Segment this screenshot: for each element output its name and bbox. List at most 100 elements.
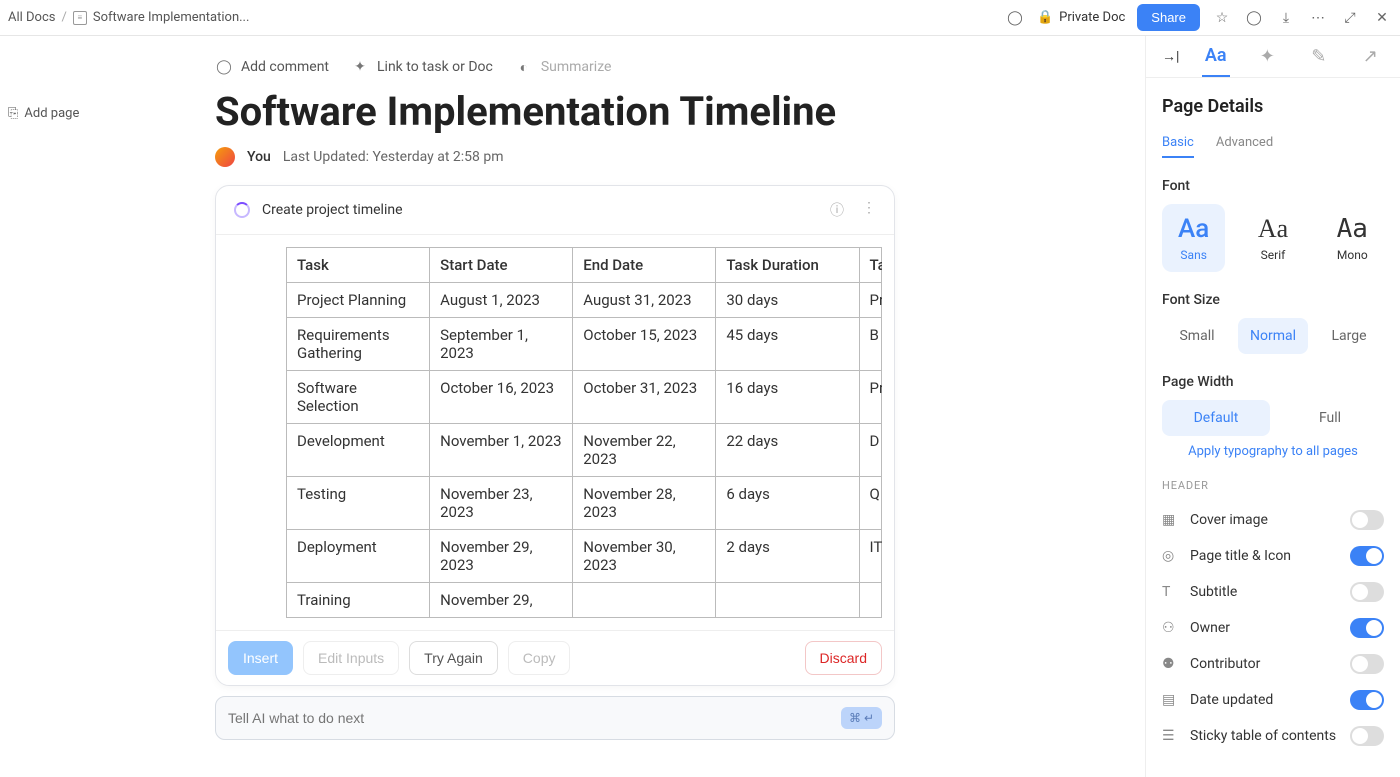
main: ◯ Add comment ✦ Link to task or Doc ◐ Su… [100, 36, 1145, 777]
comment-icon[interactable]: ◯ [1244, 8, 1264, 28]
edit-inputs-button[interactable]: Edit Inputs [303, 641, 399, 675]
table-cell[interactable]: November 29, [430, 583, 573, 618]
table-cell[interactable]: Testing [287, 477, 430, 530]
table-cell[interactable]: September 1, 2023 [430, 318, 573, 371]
contributor-toggle[interactable] [1350, 654, 1384, 674]
share-button[interactable]: Share [1137, 4, 1200, 31]
table-row[interactable]: TrainingNovember 29, [287, 583, 882, 618]
table-cell[interactable]: Requirements Gathering [287, 318, 430, 371]
collapse-icon[interactable]: ⤢ [1340, 8, 1360, 28]
tab-ai[interactable]: ✦ [1254, 37, 1282, 77]
refresh-icon[interactable]: ◯ [1005, 8, 1025, 28]
cover-image-toggle[interactable] [1350, 510, 1384, 530]
more-icon[interactable]: ⋯ [1308, 8, 1328, 28]
table-row[interactable]: Software SelectionOctober 16, 2023Octobe… [287, 371, 882, 424]
font-sans[interactable]: AaSans [1162, 204, 1225, 272]
table-cell[interactable]: 2 days [716, 530, 859, 583]
page-title[interactable]: Software Implementation Timeline [215, 88, 1105, 135]
ai-prompt-input[interactable] [228, 710, 841, 726]
title-icon-toggle[interactable] [1350, 546, 1384, 566]
add-comment-action[interactable]: ◯ Add comment [215, 58, 329, 76]
table-cell[interactable] [573, 583, 716, 618]
breadcrumb: All Docs / ≡ Software Implementation... [8, 10, 249, 25]
link-task-action[interactable]: ✦ Link to task or Doc [351, 58, 493, 76]
table-cell[interactable]: Project Planning [287, 283, 430, 318]
table-cell[interactable]: D [859, 424, 882, 477]
copy-button[interactable]: Copy [508, 641, 571, 675]
table-cell[interactable]: 30 days [716, 283, 859, 318]
table-cell[interactable]: Software Selection [287, 371, 430, 424]
subtab-basic[interactable]: Basic [1162, 135, 1194, 158]
star-icon[interactable]: ☆ [1212, 8, 1232, 28]
table-row[interactable]: Project PlanningAugust 1, 2023August 31,… [287, 283, 882, 318]
table-cell[interactable]: August 31, 2023 [573, 283, 716, 318]
table-cell[interactable]: 22 days [716, 424, 859, 477]
close-icon[interactable]: ✕ [1372, 8, 1392, 28]
table-cell[interactable]: B [859, 318, 882, 371]
table-cell[interactable] [859, 583, 882, 618]
size-large[interactable]: Large [1314, 318, 1384, 354]
toggle-date-updated: ▤Date updated [1162, 682, 1384, 718]
table-cell[interactable]: Q [859, 477, 882, 530]
table-cell[interactable]: 16 days [716, 371, 859, 424]
table-cell[interactable]: IT [859, 530, 882, 583]
privacy-button[interactable]: 🔒 Private Doc [1037, 10, 1125, 25]
table-cell[interactable]: November 22, 2023 [573, 424, 716, 477]
table-cell[interactable]: August 1, 2023 [430, 283, 573, 318]
download-icon[interactable]: ⤓ [1276, 8, 1296, 28]
try-again-button[interactable]: Try Again [409, 641, 498, 675]
ai-prompt-bar[interactable]: ⌘ ↵ [215, 696, 895, 740]
table-cell[interactable]: Pr [859, 283, 882, 318]
subtitle-toggle[interactable] [1350, 582, 1384, 602]
ai-spinner-icon [234, 202, 250, 218]
table-cell[interactable] [716, 583, 859, 618]
insert-button[interactable]: Insert [228, 641, 293, 675]
size-small[interactable]: Small [1162, 318, 1232, 354]
width-default[interactable]: Default [1162, 400, 1270, 436]
table-cell[interactable]: Development [287, 424, 430, 477]
table-cell[interactable]: Deployment [287, 530, 430, 583]
info-icon[interactable]: ⓘ [830, 200, 844, 220]
sticky-toc-toggle[interactable] [1350, 726, 1384, 746]
avatar[interactable] [215, 147, 235, 167]
breadcrumb-root[interactable]: All Docs [8, 10, 56, 25]
font-mono[interactable]: AaMono [1321, 204, 1384, 272]
sidebar-expand-icon[interactable]: →| [1162, 48, 1178, 65]
owner-toggle[interactable] [1350, 618, 1384, 638]
add-page-button[interactable]: ⎘ Add page [8, 106, 92, 121]
table-row[interactable]: Requirements GatheringSeptember 1, 2023O… [287, 318, 882, 371]
add-page-label: Add page [24, 106, 79, 121]
summarize-action[interactable]: ◐ Summarize [515, 58, 612, 76]
table-cell[interactable]: October 15, 2023 [573, 318, 716, 371]
font-label: Font [1162, 178, 1384, 194]
width-full[interactable]: Full [1276, 400, 1384, 436]
add-comment-label: Add comment [241, 59, 329, 75]
table-cell[interactable]: November 28, 2023 [573, 477, 716, 530]
table-cell[interactable]: October 16, 2023 [430, 371, 573, 424]
table-cell[interactable]: Pr [859, 371, 882, 424]
table-row[interactable]: TestingNovember 23, 2023November 28, 202… [287, 477, 882, 530]
table-cell[interactable]: October 31, 2023 [573, 371, 716, 424]
tab-share[interactable]: ↗ [1357, 37, 1385, 77]
size-normal[interactable]: Normal [1238, 318, 1308, 354]
table-row[interactable]: DeploymentNovember 29, 2023November 30, … [287, 530, 882, 583]
tab-typography[interactable]: Aa [1202, 37, 1230, 77]
discard-button[interactable]: Discard [805, 641, 882, 675]
table-row[interactable]: DevelopmentNovember 1, 2023November 22, … [287, 424, 882, 477]
more-icon[interactable]: ⋮ [862, 200, 876, 220]
tab-edit[interactable]: ✎ [1305, 37, 1333, 77]
author-name[interactable]: You [247, 149, 271, 165]
text-icon: T [1162, 584, 1180, 600]
date-updated-toggle[interactable] [1350, 690, 1384, 710]
table-cell[interactable]: November 1, 2023 [430, 424, 573, 477]
font-serif[interactable]: AaSerif [1241, 204, 1304, 272]
table-cell[interactable]: 6 days [716, 477, 859, 530]
breadcrumb-current[interactable]: Software Implementation... [93, 10, 250, 25]
table-cell[interactable]: November 29, 2023 [430, 530, 573, 583]
table-cell[interactable]: Training [287, 583, 430, 618]
table-cell[interactable]: November 23, 2023 [430, 477, 573, 530]
table-cell[interactable]: November 30, 2023 [573, 530, 716, 583]
subtab-advanced[interactable]: Advanced [1216, 135, 1273, 158]
apply-typography-link[interactable]: Apply typography to all pages [1162, 444, 1384, 459]
table-cell[interactable]: 45 days [716, 318, 859, 371]
